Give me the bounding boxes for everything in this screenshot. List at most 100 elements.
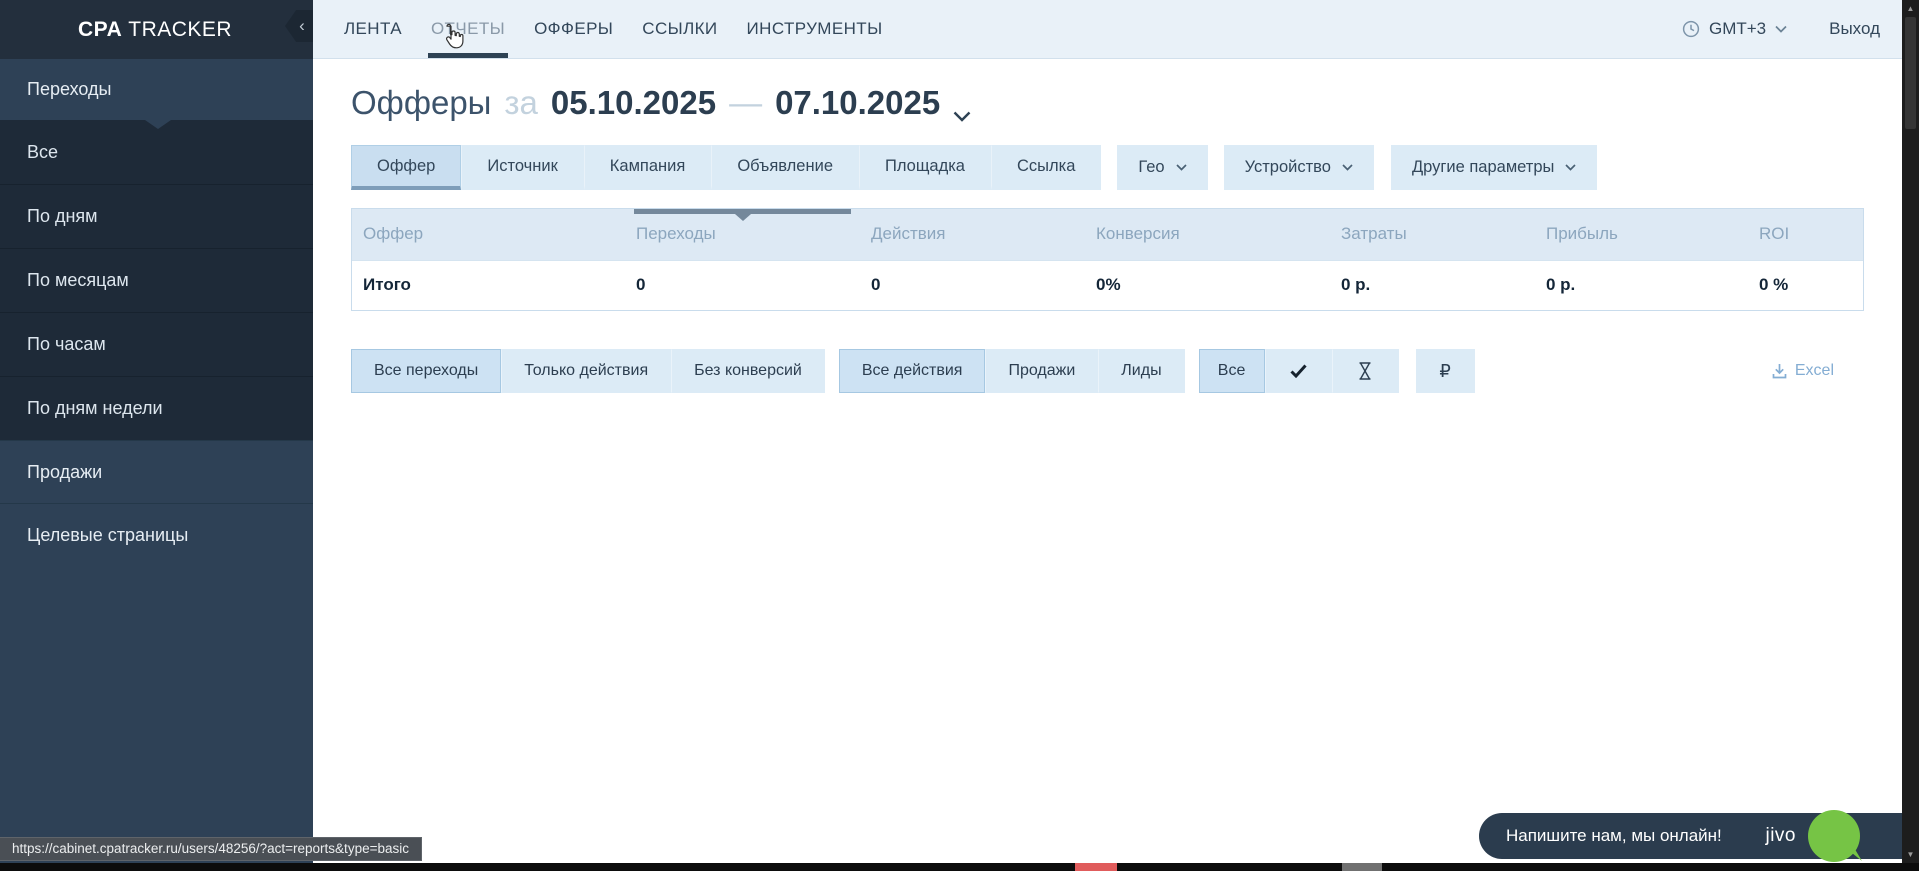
column-header-roi[interactable]: ROI [1748, 209, 1863, 260]
filter-label: Все [1218, 362, 1246, 380]
sidebar-item-by-hours[interactable]: По часам [0, 312, 313, 376]
timezone-label: GMT+3 [1709, 19, 1766, 39]
totals-row: Итого 0 0 0% 0 р. 0 р. 0 % [352, 260, 1863, 310]
transitions-filter-group: Все переходы Только действия Без конверс… [351, 349, 825, 393]
sidebar-section-label: Целевые страницы [27, 525, 188, 546]
export-excel-button[interactable]: Excel [1772, 362, 1834, 380]
chat-widget[interactable]: Напишите нам, мы онлайн! jivo [1479, 813, 1902, 859]
chevron-left-icon: ‹ [299, 16, 305, 36]
dimension-tabs: Оффер Источник Кампания Объявление Площа… [351, 145, 1902, 190]
top-navigation-bar: ЛЕНТА ОТЧЕТЫ ОФФЕРЫ ССЫЛКИ ИНСТРУМЕНТЫ G… [313, 0, 1902, 59]
filter-label: Без конверсий [694, 362, 802, 380]
logo-bar: CPA TRACKER ‹ [0, 0, 313, 59]
scrollbar-thumb[interactable] [1905, 17, 1916, 129]
sidebar-item-label: По часам [27, 334, 106, 355]
tab-geo-dropdown[interactable]: Гео [1117, 145, 1207, 190]
totals-transitions: 0 [625, 260, 860, 310]
filter-leads[interactable]: Лиды [1098, 349, 1184, 393]
tab-label: Оффер [377, 157, 435, 176]
chevron-down-icon [953, 111, 971, 122]
report-title-row: Офферы за 05.10.2025 — 07.10.2025 [351, 83, 1902, 131]
column-header-transitions[interactable]: Переходы [625, 209, 860, 260]
chevron-down-icon [1565, 164, 1576, 171]
nav-item-offers[interactable]: ОФФЕРЫ [534, 0, 613, 58]
filter-status-pending[interactable] [1332, 349, 1399, 393]
sidebar-section-sales[interactable]: Продажи [0, 440, 313, 503]
sidebar-collapse-button[interactable]: ‹ [285, 10, 313, 42]
sidebar-item-by-weekdays[interactable]: По дням недели [0, 376, 313, 440]
filter-label: Все действия [862, 362, 963, 380]
filter-all-actions[interactable]: Все действия [839, 349, 986, 393]
filter-status-approved[interactable] [1265, 349, 1332, 393]
filter-label: Продажи [1008, 362, 1075, 380]
chevron-down-icon [1176, 164, 1187, 171]
logo-bold: CPA [78, 18, 122, 41]
column-header-conversion[interactable]: Конверсия [1085, 209, 1330, 260]
column-header-costs[interactable]: Затраты [1330, 209, 1535, 260]
nav-item-label: ИНСТРУМЕНТЫ [747, 19, 883, 39]
filter-only-actions[interactable]: Только действия [501, 349, 671, 393]
scroll-up-arrow[interactable]: ▲ [1902, 0, 1919, 17]
nav-item-label: ОТЧЕТЫ [431, 19, 505, 39]
scroll-down-arrow[interactable]: ▼ [1902, 846, 1919, 863]
filter-label: Только действия [524, 362, 648, 380]
date-to[interactable]: 07.10.2025 [775, 83, 940, 123]
logout-link[interactable]: Выход [1829, 19, 1880, 39]
tab-source[interactable]: Источник [461, 145, 583, 190]
sidebar-item-by-months[interactable]: По месяцам [0, 248, 313, 312]
sidebar-section-label: Переходы [27, 79, 111, 100]
nav-item-tools[interactable]: ИНСТРУМЕНТЫ [747, 0, 883, 58]
tab-ad[interactable]: Объявление [711, 145, 859, 190]
tab-other-params-dropdown[interactable]: Другие параметры [1391, 145, 1597, 190]
tab-device-dropdown[interactable]: Устройство [1224, 145, 1374, 190]
tab-link[interactable]: Ссылка [991, 145, 1101, 190]
tab-label: Ссылка [1017, 157, 1075, 176]
status-filter-group: Все [1199, 349, 1399, 393]
totals-profit: 0 р. [1535, 260, 1748, 310]
nav-item-lenta[interactable]: ЛЕНТА [344, 0, 402, 58]
filter-label: Лиды [1121, 362, 1161, 380]
chat-brand-logo: jivo [1765, 825, 1796, 847]
vertical-scrollbar[interactable]: ▲ ▼ [1902, 0, 1919, 863]
logo-rest: TRACKER [122, 18, 232, 41]
hourglass-icon [1357, 362, 1373, 380]
tab-offer[interactable]: Оффер [351, 145, 461, 190]
filter-sales[interactable]: Продажи [985, 349, 1098, 393]
column-header-offer[interactable]: Оффер [352, 209, 625, 260]
actions-filter-group: Все действия Продажи Лиды [839, 349, 1185, 393]
sidebar-section-transitions[interactable]: Переходы [0, 59, 313, 120]
sidebar-section-label: Продажи [27, 462, 102, 483]
sidebar-item-label: Все [27, 142, 58, 163]
currency-filter-button[interactable]: ₽ [1416, 349, 1475, 393]
main-content: Офферы за 05.10.2025 — 07.10.2025 Оффер … [313, 60, 1902, 393]
chat-bubble-icon [1808, 810, 1860, 862]
ruble-icon: ₽ [1439, 361, 1450, 382]
filter-no-conversions[interactable]: Без конверсий [671, 349, 825, 393]
tab-label: Источник [487, 157, 557, 176]
sidebar-section-landing-pages[interactable]: Целевые страницы [0, 503, 313, 566]
timezone-dropdown[interactable]: GMT+3 [1682, 19, 1787, 39]
chevron-down-icon [1775, 25, 1787, 33]
nav-item-links[interactable]: ССЫЛКИ [642, 0, 717, 58]
totals-label: Итого [352, 260, 625, 310]
taskbar-gray-segment [1342, 863, 1382, 871]
filter-label: Все переходы [374, 362, 478, 380]
date-from[interactable]: 05.10.2025 [551, 83, 716, 123]
sidebar-item-by-days[interactable]: По дням [0, 184, 313, 248]
topbar-right: GMT+3 Выход [1682, 19, 1902, 39]
nav-item-label: ЛЕНТА [344, 19, 402, 39]
dimension-tabs-group: Оффер Источник Кампания Объявление Площа… [351, 145, 1101, 190]
date-range-selector[interactable] [953, 91, 971, 131]
report-table: Оффер Переходы Действия Конверсия Затрат… [351, 208, 1864, 311]
column-header-actions[interactable]: Действия [860, 209, 1085, 260]
filter-status-all[interactable]: Все [1199, 349, 1265, 393]
nav-item-reports[interactable]: ОТЧЕТЫ [431, 0, 505, 58]
column-header-profit[interactable]: Прибыль [1535, 209, 1748, 260]
sidebar-submenu: Все По дням По месяцам По часам По дням … [0, 120, 313, 440]
sidebar-item-label: По дням недели [27, 398, 163, 419]
filter-all-transitions[interactable]: Все переходы [351, 349, 501, 393]
sidebar-item-all[interactable]: Все [0, 120, 313, 184]
status-bar-url: https://cabinet.cpatracker.ru/users/4825… [0, 837, 422, 861]
tab-placement[interactable]: Площадка [859, 145, 991, 190]
tab-campaign[interactable]: Кампания [584, 145, 712, 190]
